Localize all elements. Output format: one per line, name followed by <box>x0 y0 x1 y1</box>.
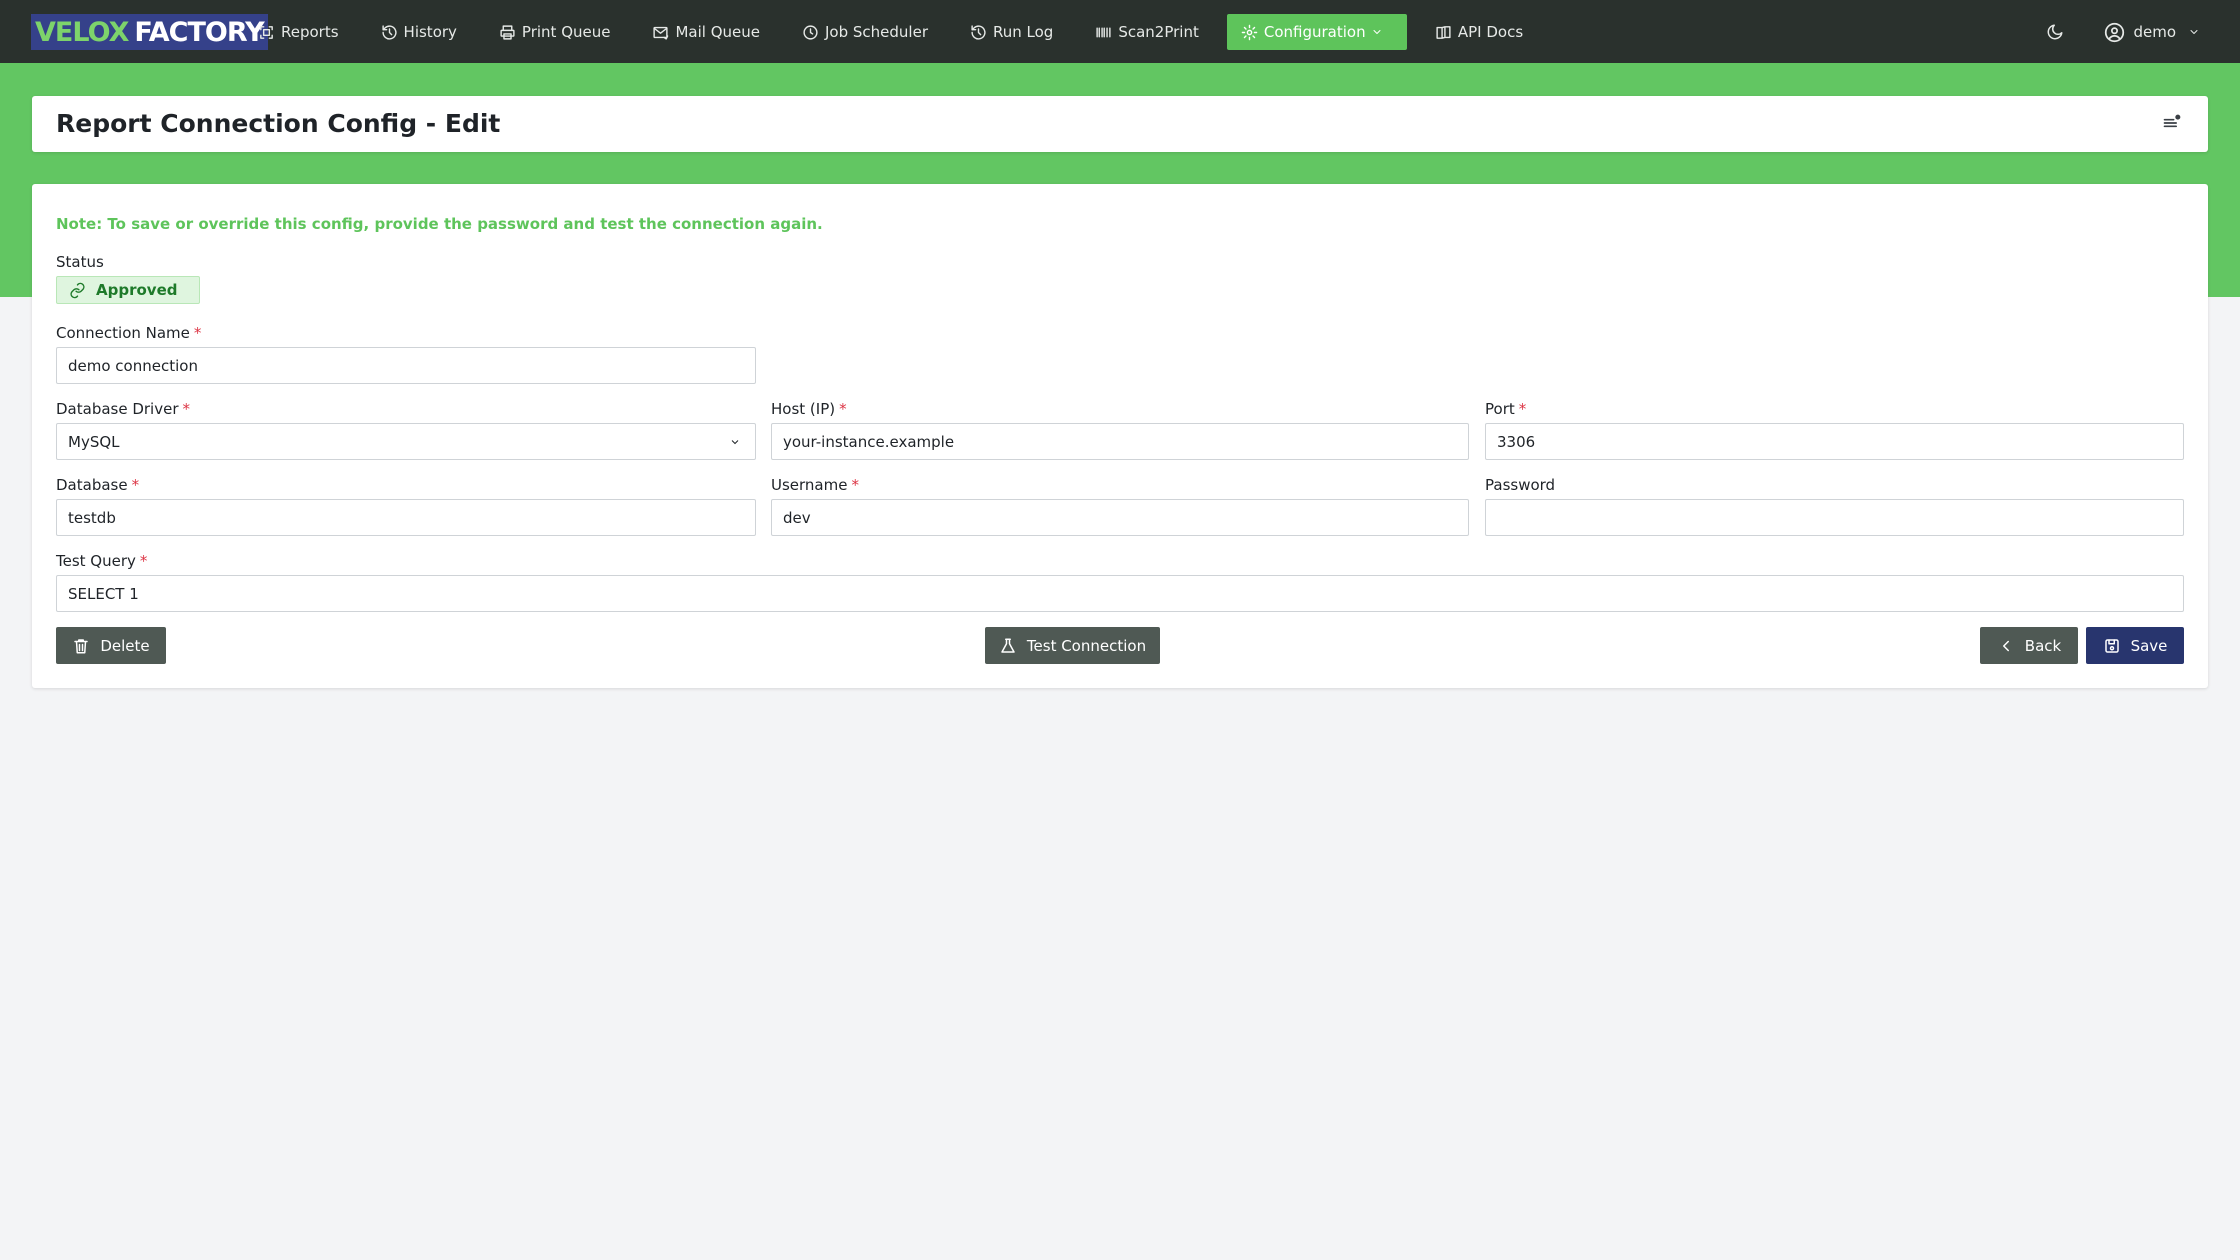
required-marker: * <box>1518 400 1527 418</box>
user-name: demo <box>2133 23 2176 41</box>
database-driver-value: MySQL <box>68 432 120 451</box>
test-connection-button[interactable]: Test Connection <box>985 627 1160 664</box>
username-label-text: Username <box>771 476 848 494</box>
nav-item-label: Print Queue <box>521 23 611 41</box>
username-label: Username * <box>771 476 859 494</box>
back-button[interactable]: Back <box>1980 627 2078 664</box>
port-label: Port * <box>1485 400 1526 418</box>
nav-item-mail-queue[interactable]: Mail Queue <box>652 14 760 50</box>
nav-item-label: Reports <box>281 23 339 41</box>
delete-button-label: Delete <box>100 636 150 655</box>
history-icon <box>971 24 986 40</box>
required-marker: * <box>839 400 847 418</box>
brand-logo[interactable]: VELOX FACTORY <box>31 14 268 50</box>
port-label-text: Port <box>1485 400 1515 418</box>
save-button[interactable]: Save <box>2086 627 2184 664</box>
nav-item-print-queue[interactable]: Print Queue <box>499 14 611 50</box>
delete-button[interactable]: Delete <box>56 627 166 664</box>
password-label: Password <box>1485 476 1556 494</box>
chevron-left-icon <box>2002 640 2009 651</box>
nav-item-run-log[interactable]: Run Log <box>970 14 1053 50</box>
brand-logo-part1: VELOX <box>35 16 129 48</box>
user-circle-icon <box>2105 22 2125 42</box>
nav-item-api-docs[interactable]: API Docs <box>1435 14 1523 50</box>
chevron-down-icon <box>731 440 739 445</box>
database-driver-select[interactable]: MySQL <box>56 423 756 460</box>
trash-icon <box>74 638 89 653</box>
host-input[interactable] <box>771 423 1469 460</box>
nav-item-job-scheduler[interactable]: Job Scheduler <box>802 14 928 50</box>
test-query-label-text: Test Query <box>56 552 136 570</box>
nav-item-label: History <box>403 23 457 41</box>
chevron-down-icon <box>2190 30 2198 34</box>
nav-item-configuration[interactable]: Configuration <box>1226 14 1407 50</box>
connection-name-label: Connection Name * <box>56 324 201 342</box>
nav-item-scan2print[interactable]: Scan2Print <box>1095 14 1199 50</box>
database-label-text: Database <box>56 476 128 494</box>
form-note: Note: To save or override this config, p… <box>56 215 823 233</box>
nav-right: demo <box>2046 14 2200 50</box>
nav-item-label: Job Scheduler <box>825 23 928 41</box>
printer-icon <box>500 24 515 40</box>
book-icon <box>1436 25 1451 39</box>
test-query-input[interactable] <box>56 575 2184 612</box>
notes-menu-icon[interactable] <box>2162 113 2182 133</box>
nav-item-history[interactable]: History <box>381 14 457 50</box>
top-navbar: VELOX FACTORY Reports History Print Queu… <box>0 0 2240 63</box>
link-icon <box>70 282 85 298</box>
nav-item-label: API Docs <box>1457 23 1524 41</box>
required-marker: * <box>193 324 202 342</box>
port-input[interactable] <box>1485 423 2184 460</box>
required-marker: * <box>139 552 148 570</box>
required-marker: * <box>182 400 191 418</box>
username-input[interactable] <box>771 499 1469 536</box>
password-input[interactable] <box>1485 499 2184 536</box>
nav-item-label: Scan2Print <box>1118 23 1199 41</box>
status-value: Approved <box>96 281 178 299</box>
host-label: Host (IP) * <box>771 400 847 418</box>
page-title: Report Connection Config - Edit <box>56 109 501 138</box>
reports-icon <box>260 25 273 39</box>
chevron-down-icon <box>1373 30 1381 34</box>
database-input[interactable] <box>56 499 756 536</box>
database-label: Database * <box>56 476 139 494</box>
database-driver-label: Database Driver * <box>56 400 190 418</box>
nav-item-label: Mail Queue <box>675 23 760 41</box>
mail-icon <box>653 26 669 40</box>
database-driver-label-text: Database Driver <box>56 400 179 418</box>
history-icon <box>381 24 397 40</box>
nav-item-label: Run Log <box>993 23 1054 41</box>
nav-item-label: Configuration <box>1263 23 1366 41</box>
nav-item-reports[interactable]: Reports <box>258 14 339 50</box>
connection-name-input[interactable] <box>56 347 756 384</box>
save-icon <box>2104 638 2119 653</box>
required-marker: * <box>851 476 859 494</box>
clock-icon <box>803 24 818 40</box>
barcode-icon <box>1096 27 1111 37</box>
status-badge: Approved <box>56 276 200 304</box>
user-menu[interactable]: demo <box>2104 22 2200 43</box>
host-label-text: Host (IP) <box>771 400 836 418</box>
main-nav: Reports History Print Queue Mail Queue J… <box>258 14 1565 50</box>
status-label: Status <box>56 253 104 271</box>
connection-form: Note: To save or override this config, p… <box>32 184 2208 688</box>
required-marker: * <box>131 476 140 494</box>
page-header-card: Report Connection Config - Edit <box>32 96 2208 152</box>
connection-name-label-text: Connection Name <box>56 324 190 342</box>
save-button-label: Save <box>2130 636 2168 655</box>
brand-logo-part2: FACTORY <box>134 16 264 48</box>
test-query-label: Test Query * <box>56 552 147 570</box>
test-connection-button-label: Test Connection <box>1026 636 1147 655</box>
flask-icon <box>1001 638 1015 653</box>
gear-icon <box>1241 24 1258 40</box>
back-button-label: Back <box>2024 636 2062 655</box>
moon-icon[interactable] <box>2046 23 2064 41</box>
